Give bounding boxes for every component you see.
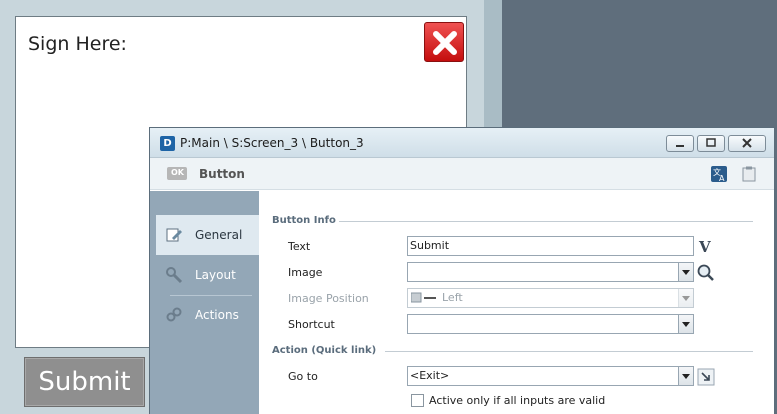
section-divider [339,221,753,222]
clipboard-icon[interactable] [742,166,756,182]
nav-label: Layout [195,268,236,282]
link-icon [166,307,182,322]
object-header: Button 文 A [150,158,774,190]
image-position-value: Left [442,291,463,304]
close-icon [742,138,752,148]
section-action: Action (Quick link) [272,345,377,356]
dropdown-button[interactable] [678,315,693,333]
shortcut-label: Shortcut [288,318,335,331]
variable-icon[interactable]: V [696,237,716,257]
image-label: Image [288,266,323,279]
section-button-info: Button Info [272,215,336,226]
nav-item-general[interactable]: General [156,215,259,255]
goto-select[interactable]: <Exit> [407,366,694,386]
image-select[interactable] [407,262,694,282]
category-sidebar: General Layout Actions [150,191,259,414]
search-icon[interactable] [696,263,716,283]
image-position-select[interactable]: Left [407,288,694,308]
dialog-title: P:Main \ S:Screen_3 \ Button_3 [180,136,364,150]
text-label: Text [288,240,311,253]
svg-text:A: A [719,174,725,183]
dropdown-button[interactable] [678,367,693,385]
app-logo-icon: D [160,136,175,151]
dialog-titlebar[interactable]: D P:Main \ S:Screen_3 \ Button_3 [150,128,774,158]
shortcut-select[interactable] [407,314,694,334]
active-only-checkbox[interactable] [411,394,424,407]
button-object-icon [167,167,187,180]
dropdown-button[interactable] [678,263,693,281]
chevron-down-icon [682,322,690,327]
nav-label: General [195,228,243,242]
dropdown-button[interactable] [678,289,693,307]
chevron-down-icon [682,296,690,301]
general-properties-panel: Button Info Text Submit V Image Image Po… [259,191,774,414]
section-divider [385,351,753,352]
text-field[interactable]: Submit [407,236,694,256]
close-icon [433,31,457,55]
object-type-title: Button [199,167,245,181]
nav-item-actions[interactable]: Actions [156,295,259,335]
pencil-icon [166,228,182,242]
chevron-down-icon [682,374,690,379]
signature-label: Sign Here: [28,33,127,55]
active-only-label: Active only if all inputs are valid [429,394,606,407]
maximize-button[interactable] [697,135,725,152]
minimize-icon [676,145,684,147]
nav-item-layout[interactable]: Layout [156,255,259,295]
goto-value: <Exit> [410,369,450,382]
image-position-label: Image Position [288,292,369,305]
button-properties-dialog: D P:Main \ S:Screen_3 \ Button_3 Button … [149,127,775,414]
image-left-icon [411,292,436,303]
wrench-icon [166,267,183,284]
submit-button[interactable]: Submit [24,357,145,407]
minimize-button[interactable] [666,135,694,152]
maximize-icon [706,138,716,147]
chevron-down-icon [682,270,690,275]
go-to-target-icon[interactable] [696,367,716,387]
svg-text:V: V [698,238,711,256]
goto-label: Go to [288,370,318,383]
translate-icon[interactable]: 文 A [710,165,728,183]
nav-label: Actions [195,308,239,322]
close-button[interactable] [728,135,766,152]
clear-signature-button[interactable] [424,22,464,62]
